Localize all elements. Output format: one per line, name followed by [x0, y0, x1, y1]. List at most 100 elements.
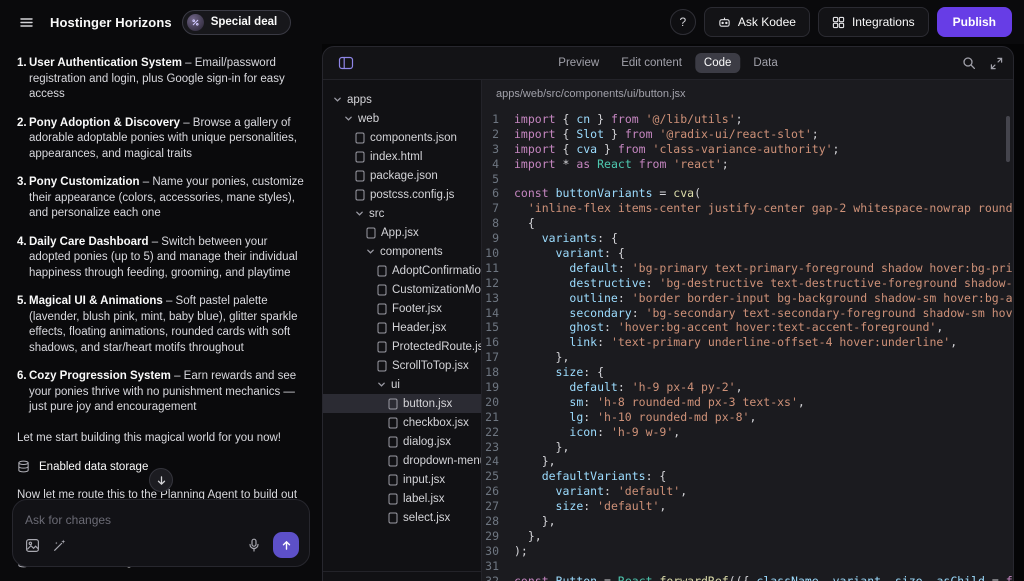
tree-item-label: button.jsx	[403, 398, 452, 410]
code-line: 29 },	[482, 529, 1013, 544]
code-lines: 1import { cn } from '@/lib/utils';2impor…	[482, 112, 1013, 581]
closing-message: Let me start building this magical world…	[17, 431, 305, 447]
integrations-label: Integrations	[852, 15, 915, 29]
tree-item-label: dropdown-menu	[403, 455, 481, 467]
export-code-button[interactable]: Export code	[323, 571, 481, 581]
tree-item-ProtectedRoute.jsx[interactable]: ProtectedRoute.jsx	[323, 337, 481, 356]
tree-item-App.jsx[interactable]: App.jsx	[323, 223, 481, 242]
mic-icon	[247, 538, 261, 552]
code-line: 23 },	[482, 440, 1013, 455]
tab-data[interactable]: Data	[744, 53, 786, 73]
code-column: apps/web/src/components/ui/button.jsx 1i…	[481, 80, 1013, 581]
tab-edit-content[interactable]: Edit content	[612, 53, 691, 73]
tree-item-input.jsx[interactable]: input.jsx	[323, 470, 481, 489]
brand-title: Hostinger Horizons	[50, 15, 172, 30]
help-button[interactable]: ?	[670, 9, 696, 35]
tree-item-AdoptConfirmation[interactable]: AdoptConfirmation	[323, 261, 481, 280]
code-scrollbar[interactable]	[1006, 116, 1010, 162]
file-icon	[355, 151, 365, 163]
tree-item-label.jsx[interactable]: label.jsx	[323, 489, 481, 508]
enhance-prompt-button[interactable]	[52, 538, 67, 553]
file-icon	[377, 265, 387, 277]
file-icon	[388, 493, 398, 505]
tree-item-label: index.html	[370, 151, 422, 163]
feature-list: 1.User Authentication System – Email/pas…	[17, 56, 305, 416]
code-line: 19 default: 'h-9 px-4 py-2',	[482, 380, 1013, 395]
tree-item-label: ScrollToTop.jsx	[392, 360, 469, 372]
tree-item-dialog.jsx[interactable]: dialog.jsx	[323, 432, 481, 451]
code-line: 6const buttonVariants = cva(	[482, 186, 1013, 201]
tree-item-label: select.jsx	[403, 512, 450, 524]
code-line: 1import { cn } from '@/lib/utils';	[482, 112, 1013, 127]
send-button[interactable]	[273, 532, 299, 558]
code-line: 15 ghost: 'hover:bg-accent hover:text-ac…	[482, 320, 1013, 335]
grid-icon	[832, 16, 845, 29]
file-icon	[377, 322, 387, 334]
file-explorer: apps web components.json index.html package.…	[323, 80, 481, 581]
code-line: 2import { Slot } from '@radix-ui/react-s…	[482, 127, 1013, 142]
tree-item-Footer.jsx[interactable]: Footer.jsx	[323, 299, 481, 318]
code-line: 3import { cva } from 'class-variance-aut…	[482, 142, 1013, 157]
special-deal-badge[interactable]: Special deal	[182, 10, 291, 35]
code-editor[interactable]: 1import { cn } from '@/lib/utils';2impor…	[482, 108, 1013, 581]
tree-item-src[interactable]: src	[323, 204, 481, 223]
tree-item-select.jsx[interactable]: select.jsx	[323, 508, 481, 527]
tree-item-label: src	[369, 208, 384, 220]
hamburger-menu-button[interactable]	[12, 8, 40, 36]
file-icon	[388, 417, 398, 429]
tree-item-index.html[interactable]: index.html	[323, 147, 481, 166]
code-line: 12 destructive: 'bg-destructive text-des…	[482, 276, 1013, 291]
code-line: 20 sm: 'h-8 rounded-md px-3 text-xs',	[482, 395, 1013, 410]
tree-item-web[interactable]: web	[323, 109, 481, 128]
tree-item-Header.jsx[interactable]: Header.jsx	[323, 318, 481, 337]
panel-toggle-button[interactable]	[333, 50, 359, 76]
file-tree: apps web components.json index.html package.…	[323, 80, 481, 571]
tree-item-label: postcss.config.js	[370, 189, 454, 201]
tree-item-postcss.config.js[interactable]: postcss.config.js	[323, 185, 481, 204]
scroll-to-bottom-button[interactable]	[149, 468, 173, 492]
tree-item-label: web	[358, 113, 379, 125]
tree-item-components.json[interactable]: components.json	[323, 128, 481, 147]
file-icon	[355, 170, 365, 182]
chat-input[interactable]	[25, 513, 297, 527]
file-icon	[377, 360, 387, 372]
search-button[interactable]	[962, 56, 976, 70]
code-line: 18 size: {	[482, 365, 1013, 380]
file-icon	[366, 227, 376, 239]
arrow-up-icon	[281, 540, 292, 551]
tab-preview[interactable]: Preview	[549, 53, 608, 73]
microphone-button[interactable]	[247, 538, 261, 552]
tree-item-package.json[interactable]: package.json	[323, 166, 481, 185]
expand-button[interactable]	[990, 57, 1003, 70]
code-line: 4import * as React from 'react';	[482, 157, 1013, 172]
file-icon	[388, 455, 398, 467]
code-line: 5	[482, 172, 1013, 187]
tree-item-dropdown-menu[interactable]: dropdown-menu	[323, 451, 481, 470]
tree-item-button.jsx[interactable]: button.jsx	[323, 394, 481, 413]
hamburger-icon	[19, 15, 34, 30]
feature-item: 3.Pony Customization – Name your ponies,…	[17, 175, 305, 222]
tree-item-label: dialog.jsx	[403, 436, 451, 448]
code-line: 9 variants: {	[482, 231, 1013, 246]
tree-item-components[interactable]: components	[323, 242, 481, 261]
attach-image-button[interactable]	[25, 538, 40, 553]
file-icon	[377, 341, 387, 353]
publish-button[interactable]: Publish	[937, 7, 1012, 37]
feature-title: User Authentication System	[29, 57, 182, 69]
tree-item-checkbox.jsx[interactable]: checkbox.jsx	[323, 413, 481, 432]
breadcrumb: apps/web/src/components/ui/button.jsx	[482, 80, 1013, 108]
tree-item-apps[interactable]: apps	[323, 90, 481, 109]
integrations-button[interactable]: Integrations	[818, 7, 929, 37]
code-line: 7 'inline-flex items-center justify-cent…	[482, 201, 1013, 216]
file-icon	[388, 474, 398, 486]
tree-item-ScrollToTop.jsx[interactable]: ScrollToTop.jsx	[323, 356, 481, 375]
feature-title: Daily Care Dashboard	[29, 236, 149, 248]
ask-kodee-button[interactable]: Ask Kodee	[704, 7, 810, 37]
kodee-icon	[718, 16, 731, 29]
tree-item-label: App.jsx	[381, 227, 419, 239]
code-line: 14 secondary: 'bg-secondary text-seconda…	[482, 306, 1013, 321]
tab-code[interactable]: Code	[695, 53, 741, 73]
tree-item-CustomizationModa[interactable]: CustomizationModa	[323, 280, 481, 299]
tree-item-ui[interactable]: ui	[323, 375, 481, 394]
code-line: 8 {	[482, 216, 1013, 231]
